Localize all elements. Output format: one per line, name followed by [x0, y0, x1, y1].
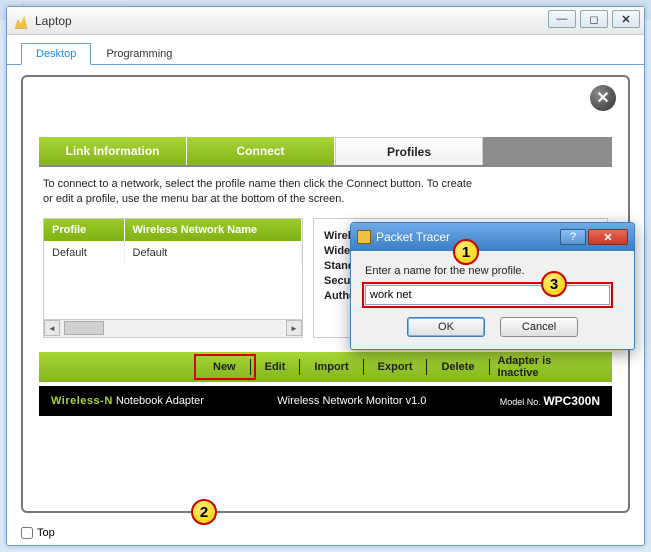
model-number: WPC300N [543, 394, 600, 408]
titlebar: Laptop — ◻ ✕ [7, 7, 644, 35]
dialog-titlebar: Packet Tracer ? ✕ [351, 223, 634, 251]
adapter-status: Adapter is Inactive [490, 355, 602, 379]
window-controls: — ◻ ✕ [548, 10, 640, 28]
action-bar: New Edit Import Export Delete Adapter is… [39, 352, 612, 382]
edit-button[interactable]: Edit [251, 359, 301, 375]
dialog-title: Packet Tracer [376, 230, 450, 244]
annotation-marker-1: 1 [453, 239, 479, 265]
annotation-marker-2: 2 [191, 499, 217, 525]
nav-connect[interactable]: Connect [187, 137, 335, 165]
minimize-button[interactable]: — [548, 10, 576, 28]
table-row[interactable]: Default Default [44, 241, 302, 265]
nav-link-information[interactable]: Link Information [39, 137, 187, 165]
top-checkbox-label: Top [37, 527, 55, 539]
col-profile[interactable]: Profile [44, 219, 124, 241]
ok-button[interactable]: OK [407, 317, 485, 337]
brand-rest: Notebook Adapter [113, 395, 204, 407]
cell-wnn: Default [124, 241, 302, 265]
dialog-input-highlight [365, 285, 610, 305]
dialog-prompt: Enter a name for the new profile. [365, 265, 620, 277]
dialog-help-button[interactable]: ? [560, 229, 586, 245]
delete-button[interactable]: Delete [427, 359, 489, 375]
model: Model No. WPC300N [500, 394, 600, 408]
scroll-left-icon[interactable]: ◄ [44, 320, 60, 336]
brand-strong: Wireless-N [51, 395, 113, 407]
instructions-line: To connect to a network, select the prof… [43, 178, 472, 190]
instructions: To connect to a network, select the prof… [43, 177, 608, 208]
tab-desktop[interactable]: Desktop [21, 43, 91, 65]
export-button[interactable]: Export [364, 359, 428, 375]
model-label: Model No. [500, 397, 541, 407]
import-button[interactable]: Import [300, 359, 363, 375]
profiles-table: Profile Wireless Network Name Default De… [43, 218, 303, 338]
horizontal-scrollbar[interactable]: ◄ ► [44, 319, 302, 337]
col-wireless-network-name[interactable]: Wireless Network Name [124, 219, 302, 241]
nav-remainder [483, 137, 612, 165]
scroll-right-icon[interactable]: ► [286, 320, 302, 336]
monitor-version: Wireless Network Monitor v1.0 [204, 395, 500, 407]
panel-close-icon[interactable]: ✕ [590, 85, 616, 111]
nav-row: Link Information Connect Profiles [23, 137, 628, 165]
nav-profiles[interactable]: Profiles [335, 137, 483, 165]
dialog-app-icon [357, 230, 371, 244]
top-checkbox[interactable] [21, 527, 33, 539]
inner-tabs: Desktop Programming [7, 35, 644, 65]
profiles-body[interactable]: Default Default [44, 241, 302, 319]
new-profile-dialog: Packet Tracer ? ✕ Enter a name for the n… [350, 222, 635, 350]
app-icon [13, 13, 29, 29]
dialog-close-button[interactable]: ✕ [588, 229, 628, 245]
top-checkbox-row: Top [21, 527, 55, 539]
maximize-button[interactable]: ◻ [580, 10, 608, 28]
brand: Wireless-N Notebook Adapter [51, 395, 204, 407]
annotation-marker-3: 3 [541, 271, 567, 297]
close-button[interactable]: ✕ [612, 10, 640, 28]
scroll-thumb[interactable] [64, 321, 104, 335]
cancel-button[interactable]: Cancel [500, 317, 578, 337]
cell-profile: Default [44, 241, 124, 265]
dialog-body: Enter a name for the new profile. OK Can… [351, 251, 634, 349]
instructions-line: or edit a profile, use the menu bar at t… [43, 193, 344, 205]
footer-bar: Wireless-N Notebook Adapter Wireless Net… [39, 386, 612, 416]
window-title: Laptop [35, 14, 72, 28]
profile-name-input[interactable] [365, 285, 610, 305]
tab-programming[interactable]: Programming [91, 43, 187, 64]
new-button[interactable]: New [199, 359, 251, 375]
